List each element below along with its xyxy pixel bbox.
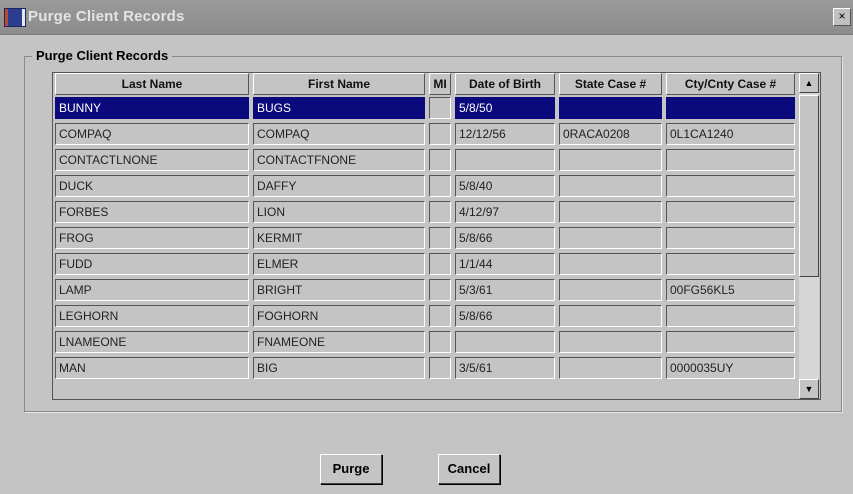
table-row[interactable]: LEGHORN FOGHORN 5/8/66	[53, 303, 795, 329]
title-bar: Purge Client Records ×	[0, 0, 853, 35]
table-row[interactable]: BUNNY BUGS 5/8/50	[53, 95, 795, 121]
county-case-cell[interactable]: 0L1CA1240	[666, 123, 795, 145]
last-name-cell[interactable]: FROG	[55, 227, 249, 249]
scroll-up-icon[interactable]: ▲	[799, 73, 819, 93]
state-case-cell[interactable]	[559, 253, 662, 275]
county-case-cell[interactable]	[666, 97, 795, 119]
app-icon	[4, 8, 26, 27]
table-row[interactable]: LNAMEONE FNAMEONE	[53, 329, 795, 355]
dob-cell[interactable]: 5/8/40	[455, 175, 555, 197]
mi-cell[interactable]	[429, 97, 451, 119]
state-case-cell[interactable]	[559, 201, 662, 223]
last-name-cell[interactable]: CONTACTLNONE	[55, 149, 249, 171]
dob-cell[interactable]: 12/12/56	[455, 123, 555, 145]
mi-cell[interactable]	[429, 357, 451, 379]
column-header-date-of-birth[interactable]: Date of Birth	[455, 73, 555, 95]
group-label: Purge Client Records	[32, 48, 173, 63]
dob-cell[interactable]	[455, 331, 555, 353]
mi-cell[interactable]	[429, 123, 451, 145]
last-name-cell[interactable]: DUCK	[55, 175, 249, 197]
dob-cell[interactable]: 4/12/97	[455, 201, 555, 223]
mi-cell[interactable]	[429, 227, 451, 249]
mi-cell[interactable]	[429, 279, 451, 301]
scroll-down-icon[interactable]: ▼	[799, 379, 819, 399]
last-name-cell[interactable]: COMPAQ	[55, 123, 249, 145]
last-name-cell[interactable]: LNAMEONE	[55, 331, 249, 353]
table-row[interactable]: FORBES LION 4/12/97	[53, 199, 795, 225]
table-row[interactable]: MAN BIG 3/5/61 0000035UY	[53, 355, 795, 381]
dob-cell[interactable]: 5/8/66	[455, 227, 555, 249]
table-row[interactable]: CONTACTLNONE CONTACTFNONE	[53, 147, 795, 173]
county-case-cell[interactable]	[666, 175, 795, 197]
county-case-cell[interactable]	[666, 253, 795, 275]
cancel-button[interactable]: Cancel	[438, 454, 500, 484]
mi-cell[interactable]	[429, 149, 451, 171]
county-case-cell[interactable]	[666, 305, 795, 327]
state-case-cell[interactable]	[559, 227, 662, 249]
state-case-cell[interactable]	[559, 97, 662, 119]
state-case-cell[interactable]	[559, 305, 662, 327]
table-row[interactable]: DUCK DAFFY 5/8/40	[53, 173, 795, 199]
first-name-cell[interactable]: FNAMEONE	[253, 331, 425, 353]
last-name-cell[interactable]: LEGHORN	[55, 305, 249, 327]
first-name-cell[interactable]: DAFFY	[253, 175, 425, 197]
county-case-cell[interactable]	[666, 201, 795, 223]
state-case-cell[interactable]	[559, 331, 662, 353]
dob-cell[interactable]	[455, 149, 555, 171]
county-case-cell[interactable]	[666, 227, 795, 249]
scroll-thumb[interactable]	[799, 95, 819, 277]
last-name-cell[interactable]: FORBES	[55, 201, 249, 223]
dob-cell[interactable]: 5/8/50	[455, 97, 555, 119]
mi-cell[interactable]	[429, 201, 451, 223]
dob-cell[interactable]: 5/8/66	[455, 305, 555, 327]
table-row[interactable]: FROG KERMIT 5/8/66	[53, 225, 795, 251]
first-name-cell[interactable]: COMPAQ	[253, 123, 425, 145]
mi-cell[interactable]	[429, 175, 451, 197]
client-records-grid: Last Name First Name MI Date of Birth St…	[52, 72, 821, 400]
state-case-cell[interactable]	[559, 279, 662, 301]
first-name-cell[interactable]: BRIGHT	[253, 279, 425, 301]
first-name-cell[interactable]: BIG	[253, 357, 425, 379]
close-icon[interactable]: ×	[833, 8, 851, 26]
purge-button[interactable]: Purge	[320, 454, 382, 484]
first-name-cell[interactable]: BUGS	[253, 97, 425, 119]
last-name-cell[interactable]: FUDD	[55, 253, 249, 275]
column-header-county-case[interactable]: Cty/Cnty Case #	[666, 73, 795, 95]
column-header-mi[interactable]: MI	[429, 73, 451, 95]
county-case-cell[interactable]: 0000035UY	[666, 357, 795, 379]
table-row[interactable]: LAMP BRIGHT 5/3/61 00FG56KL5	[53, 277, 795, 303]
mi-cell[interactable]	[429, 253, 451, 275]
state-case-cell[interactable]	[559, 175, 662, 197]
mi-cell[interactable]	[429, 305, 451, 327]
first-name-cell[interactable]: LION	[253, 201, 425, 223]
column-header-state-case[interactable]: State Case #	[559, 73, 662, 95]
dob-cell[interactable]: 5/3/61	[455, 279, 555, 301]
state-case-cell[interactable]: 0RACA0208	[559, 123, 662, 145]
county-case-cell[interactable]: 00FG56KL5	[666, 279, 795, 301]
table-row[interactable]: COMPAQ COMPAQ 12/12/56 0RACA0208 0L1CA12…	[53, 121, 795, 147]
column-header-last-name[interactable]: Last Name	[55, 73, 249, 95]
window-title: Purge Client Records	[28, 8, 185, 25]
dob-cell[interactable]: 3/5/61	[455, 357, 555, 379]
state-case-cell[interactable]	[559, 357, 662, 379]
dob-cell[interactable]: 1/1/44	[455, 253, 555, 275]
first-name-cell[interactable]: CONTACTFNONE	[253, 149, 425, 171]
first-name-cell[interactable]: ELMER	[253, 253, 425, 275]
column-header-first-name[interactable]: First Name	[253, 73, 425, 95]
last-name-cell[interactable]: BUNNY	[55, 97, 249, 119]
state-case-cell[interactable]	[559, 149, 662, 171]
county-case-cell[interactable]	[666, 149, 795, 171]
last-name-cell[interactable]: MAN	[55, 357, 249, 379]
first-name-cell[interactable]: FOGHORN	[253, 305, 425, 327]
table-row[interactable]: FUDD ELMER 1/1/44	[53, 251, 795, 277]
mi-cell[interactable]	[429, 331, 451, 353]
county-case-cell[interactable]	[666, 331, 795, 353]
first-name-cell[interactable]: KERMIT	[253, 227, 425, 249]
last-name-cell[interactable]: LAMP	[55, 279, 249, 301]
vertical-scrollbar[interactable]: ▲ ▼	[799, 73, 819, 399]
